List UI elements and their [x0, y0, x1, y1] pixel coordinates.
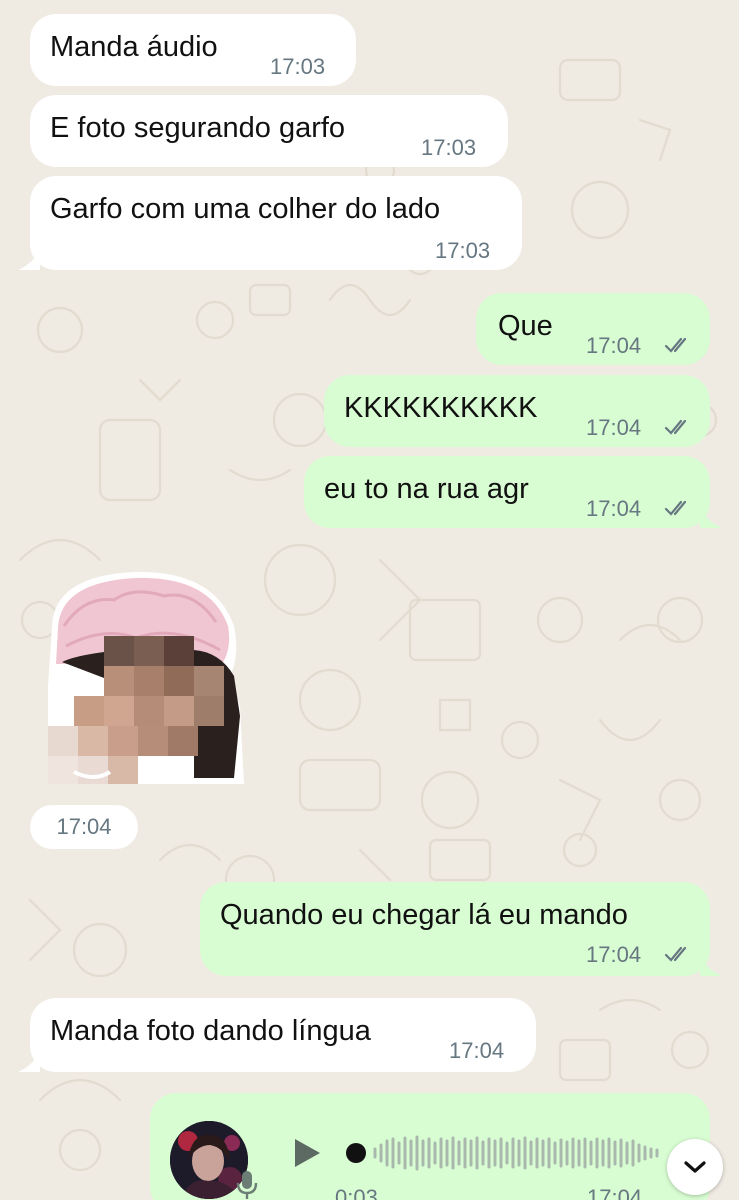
message-bubble-incoming[interactable]: Garfo com uma colher do lado 17:03 [30, 176, 522, 270]
message-timestamp: 17:04 [587, 1185, 643, 1200]
message-text: Que [498, 310, 553, 342]
message-bubble-incoming[interactable]: E foto segurando garfo 17:03 [30, 95, 508, 167]
double-check-icon [664, 337, 687, 353]
sticker-image[interactable] [44, 566, 244, 788]
message-timestamp: 17:03 [421, 135, 477, 160]
message-text: Garfo com uma colher do lado [50, 193, 441, 225]
message-bubble-outgoing[interactable]: eu to na rua agr 17:04 [304, 456, 710, 528]
message-timestamp: 17:04 [586, 415, 642, 440]
message-bubble-outgoing[interactable]: KKKKKKKKKK 17:04 [324, 375, 710, 447]
bubble-tail-icon [18, 250, 40, 270]
bubble-tail-icon [700, 508, 722, 528]
bubble-tail-icon [700, 956, 722, 976]
message-bubble-incoming[interactable]: Manda áudio 17:03 [30, 14, 356, 86]
message-text: KKKKKKKKKK [344, 392, 538, 424]
message-bubble-outgoing[interactable]: Quando eu chegar lá eu mando 17:04 [200, 882, 710, 976]
chevron-down-icon [684, 1161, 706, 1173]
message-text: eu to na rua agr [324, 473, 529, 505]
scroll-to-bottom-button[interactable] [667, 1139, 723, 1195]
message-text: Manda áudio [50, 31, 218, 63]
double-check-icon [664, 419, 687, 435]
message-text: Quando eu chegar lá eu mando [220, 899, 628, 931]
voice-message-bubble[interactable]: 0:03 17:04 [150, 1093, 710, 1200]
sticker-timestamp: 17:04 [30, 805, 138, 849]
chat-conversation: Manda áudio 17:03 E foto segurando garfo… [0, 0, 739, 1200]
play-icon[interactable] [292, 1137, 322, 1169]
message-timestamp: 17:03 [435, 238, 491, 263]
voice-duration: 0:03 [335, 1185, 378, 1200]
message-bubble-incoming[interactable]: Manda foto dando língua 17:04 [30, 998, 536, 1072]
double-check-icon [664, 500, 687, 516]
message-bubble-outgoing[interactable]: Que 17:04 [476, 293, 710, 365]
message-timestamp: 17:04 [586, 496, 642, 521]
audio-waveform[interactable] [345, 1133, 685, 1173]
message-timestamp: 17:04 [586, 942, 642, 967]
bubble-tail-icon [18, 1052, 40, 1072]
message-text: Manda foto dando língua [50, 1015, 371, 1047]
message-timestamp: 17:04 [586, 333, 642, 358]
double-check-icon [664, 946, 687, 962]
message-timestamp: 17:03 [270, 54, 326, 79]
microphone-icon [236, 1171, 258, 1199]
message-timestamp: 17:04 [449, 1038, 505, 1063]
message-text: E foto segurando garfo [50, 112, 346, 144]
